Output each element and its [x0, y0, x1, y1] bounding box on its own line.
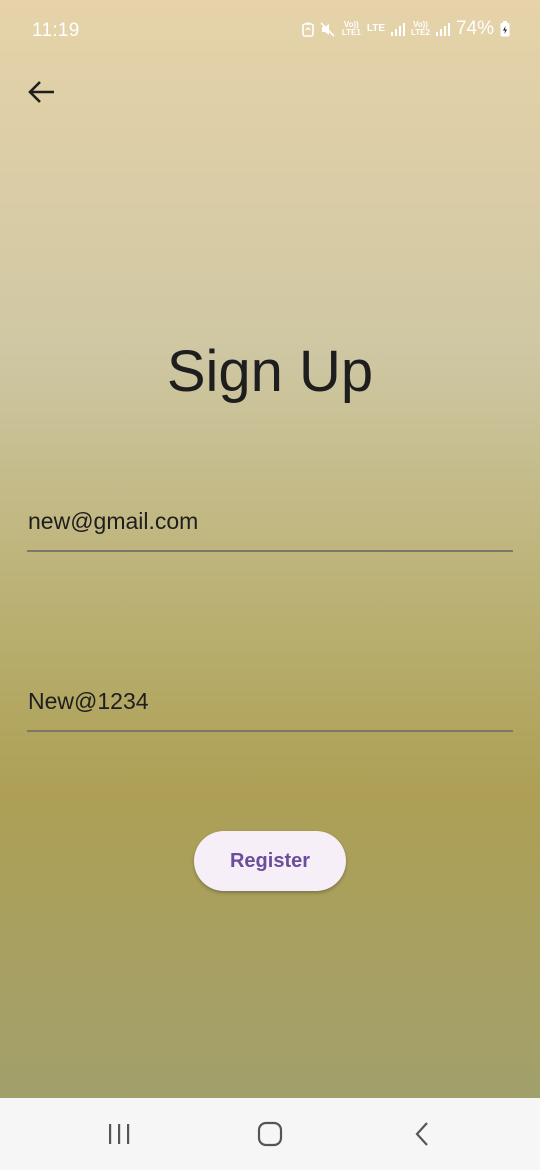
battery-charging-icon	[500, 21, 510, 37]
status-icons: Vo)) LTE1 LTE Vo)) LTE2 74%	[302, 18, 510, 40]
sim2-label: Vo)) LTE2	[411, 20, 430, 37]
system-nav-bar	[0, 1098, 540, 1170]
signal-icon	[391, 23, 405, 36]
home-button[interactable]	[250, 1116, 290, 1152]
mute-icon	[320, 21, 335, 37]
page-title: Sign Up	[166, 339, 374, 404]
data-saver-icon	[302, 22, 314, 37]
arrow-left-icon	[28, 81, 54, 103]
email-field[interactable]	[27, 492, 513, 552]
battery-percent: 74%	[455, 18, 494, 39]
status-time: 11:19	[32, 20, 80, 41]
back-chevron-icon	[415, 1122, 428, 1146]
nav-back-button[interactable]	[402, 1116, 442, 1152]
recents-button[interactable]	[99, 1116, 139, 1152]
password-field[interactable]	[27, 672, 513, 732]
signal-icon	[435, 23, 450, 36]
home-icon	[257, 1121, 283, 1147]
register-button[interactable]: Register	[194, 831, 346, 891]
back-button[interactable]	[22, 72, 62, 112]
recents-icon	[109, 1124, 130, 1144]
sim1-label: Vo)) LTE1	[341, 20, 361, 37]
status-bar: 11:19 Vo)) LTE1 LTE Vo)) LTE2 74%	[0, 0, 540, 64]
lte-label: LTE	[366, 23, 385, 34]
